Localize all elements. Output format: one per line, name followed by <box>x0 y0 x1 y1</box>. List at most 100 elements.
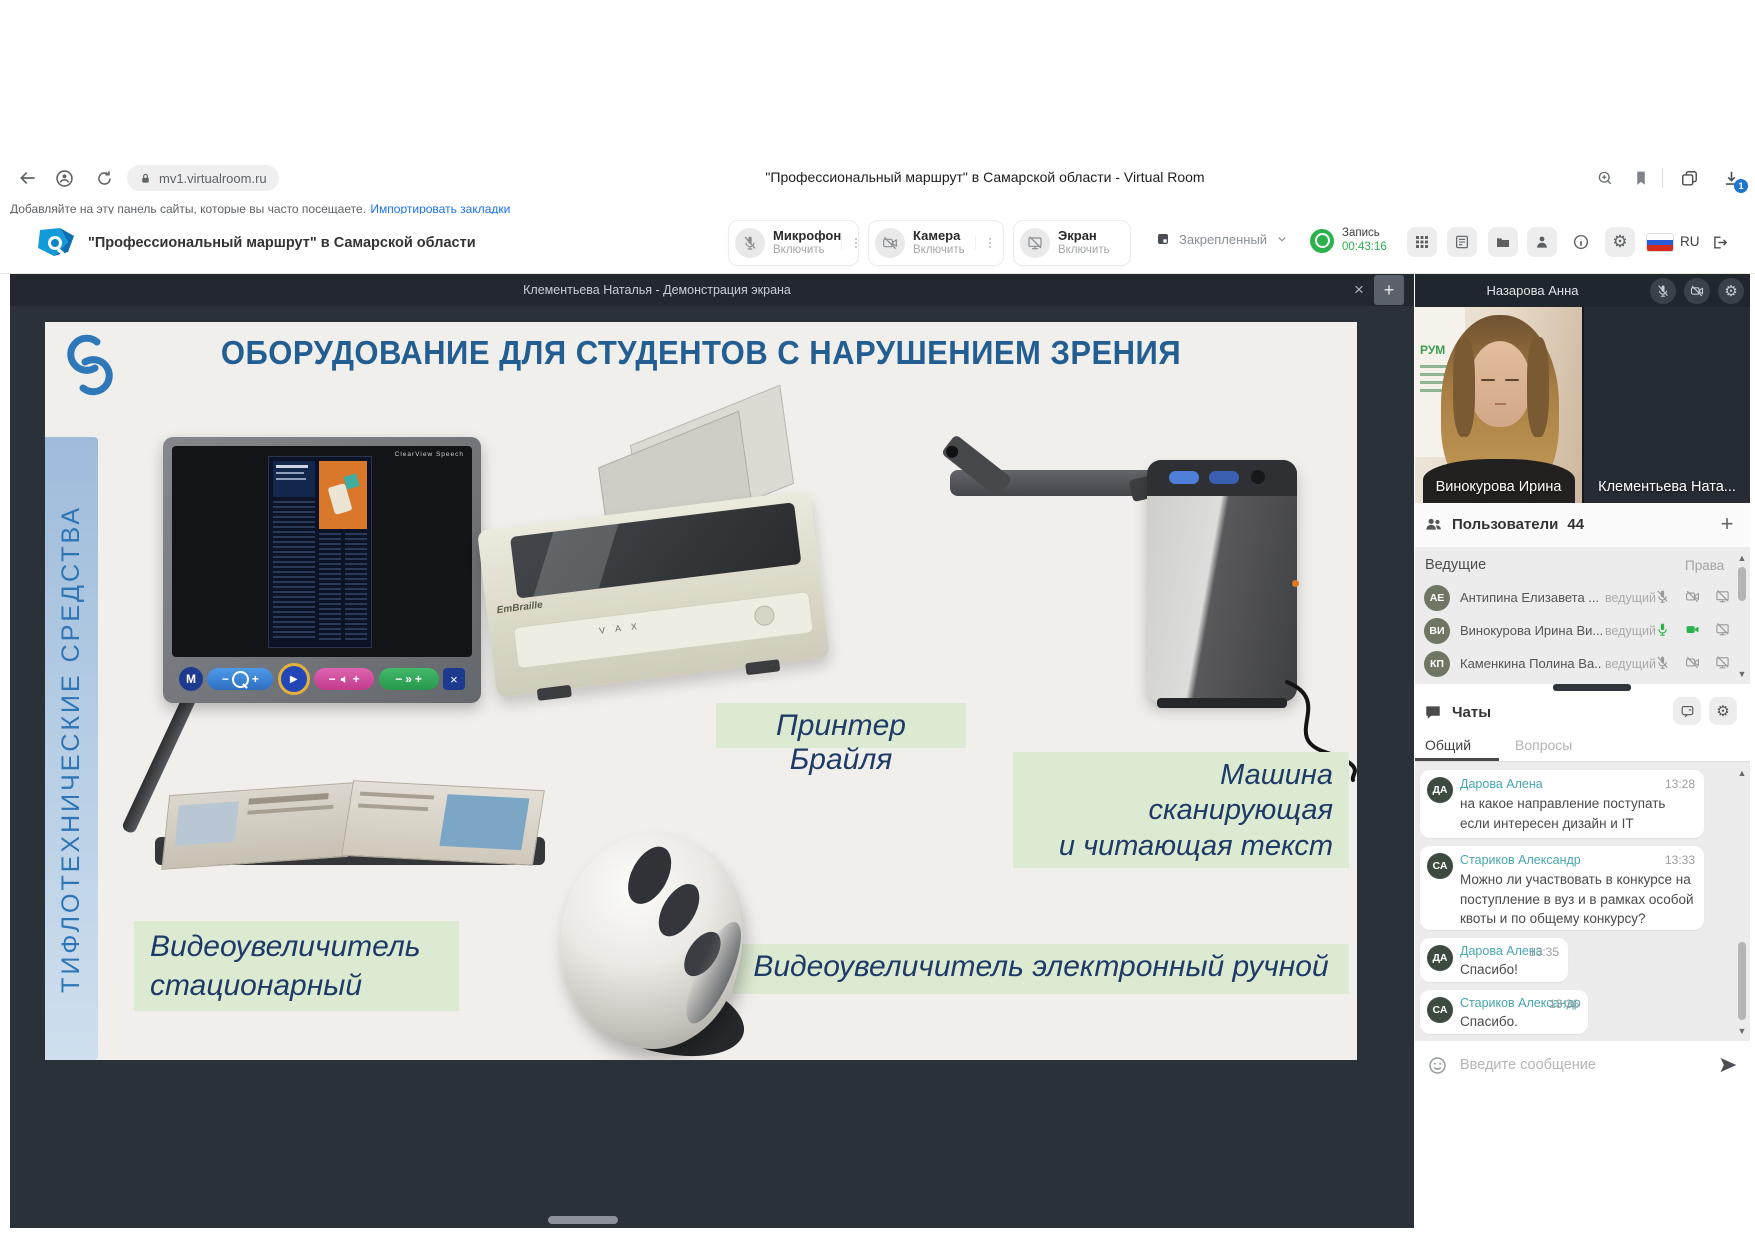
browser-account-icon[interactable] <box>52 166 76 190</box>
users-scrollbar[interactable] <box>1738 567 1746 601</box>
zoom-icon[interactable] <box>1594 167 1616 189</box>
chat-input[interactable] <box>1458 1056 1682 1074</box>
tab-questions[interactable]: Вопросы <box>1515 737 1572 753</box>
monitor-close-button: × <box>443 668 465 690</box>
chat-panel: Чаты ⚙ Общий Вопросы ДА Дарова Алена 13:… <box>1415 691 1750 1228</box>
browser-page-title: "Профессиональный маршрут" в Самарской о… <box>765 169 1204 185</box>
camera-kebab-icon[interactable] <box>975 236 997 250</box>
chat-export-icon[interactable] <box>1673 697 1701 725</box>
monitor-volume-controls: − + <box>314 668 374 690</box>
scroll-up-icon[interactable]: ▲ <box>1736 768 1748 778</box>
camera-off-icon[interactable] <box>1685 589 1700 604</box>
scroll-down-icon[interactable]: ▼ <box>1736 1026 1748 1036</box>
chat-settings-icon[interactable]: ⚙ <box>1709 697 1737 725</box>
label-scanning-machine: Машина сканирующая и читающая текст <box>1013 752 1349 868</box>
collections-icon[interactable] <box>1678 167 1700 189</box>
screen-off-icon[interactable] <box>1715 589 1730 604</box>
chat-scrollbar[interactable] <box>1738 942 1746 1020</box>
avatar: ДА <box>1427 777 1453 803</box>
user-row[interactable]: ВИ Винокурова Ирина Ви... ведущий <box>1415 614 1737 648</box>
scroll-down-icon[interactable]: ▼ <box>1736 669 1748 679</box>
screenshot-root: mv1.virtualroom.ru "Профессиональный мар… <box>0 0 1755 1240</box>
camera-on-icon[interactable] <box>1685 622 1700 637</box>
emoji-icon[interactable] <box>1427 1055 1448 1076</box>
screen-label: Экран <box>1058 229 1110 244</box>
mic-action: Включить <box>773 244 841 257</box>
panel-resize-handle[interactable] <box>1553 684 1631 691</box>
avatar: КП <box>1424 651 1450 677</box>
back-icon[interactable] <box>16 166 40 190</box>
address-bar[interactable]: mv1.virtualroom.ru <box>127 165 279 191</box>
record-indicator[interactable]: Запись 00:43:16 <box>1310 227 1387 255</box>
tile1-name: Винокурова Ирина <box>1415 479 1582 495</box>
mic-kebab-icon[interactable] <box>841 236 863 250</box>
camera-button[interactable]: Камера Включить <box>868 220 1004 266</box>
video-tile-2[interactable]: Клементьева Ната... <box>1584 307 1750 503</box>
screen-off-icon[interactable] <box>1715 622 1730 637</box>
layout-selector[interactable]: Закрепленный <box>1155 231 1289 247</box>
refresh-icon[interactable] <box>92 166 116 190</box>
room-title: "Профессиональный маршрут" в Самарской о… <box>88 235 476 251</box>
info-icon[interactable] <box>1566 227 1596 257</box>
speaker-mic-off-icon[interactable] <box>1650 278 1676 304</box>
folder-icon[interactable] <box>1488 227 1518 257</box>
mic-label: Микрофон <box>773 229 841 244</box>
chevron-down-icon <box>1275 232 1289 246</box>
user-row[interactable]: АЕ Антипина Елизавета ... ведущий <box>1415 581 1737 615</box>
braille-printer-image: EmBraille V A X <box>481 410 841 745</box>
users-title: Пользователи <box>1452 516 1558 533</box>
printer-brand: EmBraille <box>496 600 543 617</box>
pinned-view-icon <box>1155 231 1171 247</box>
flag-ru-icon[interactable] <box>1647 234 1673 251</box>
download-badge: 1 <box>1734 179 1748 193</box>
magnifier-monitor: ClearView Speech <box>163 437 481 703</box>
camera-off-icon[interactable] <box>1685 655 1700 670</box>
bookmark-icon[interactable] <box>1630 167 1652 189</box>
mic-button[interactable]: Микрофон Включить <box>728 220 859 266</box>
people-icon <box>1424 515 1443 534</box>
scanning-machine-image <box>925 432 1357 792</box>
video-tile-1[interactable]: РУМ Винокурова Ирина <box>1415 307 1582 503</box>
add-share-icon[interactable]: + <box>1374 275 1404 305</box>
slide: ОБОРУДОВАНИЕ ДЛЯ СТУДЕНТОВ С НАРУШЕНИЕМ … <box>45 322 1357 1060</box>
send-icon[interactable] <box>1718 1055 1738 1075</box>
slide-side-label: ТИФЛОТЕХНИЧЕСКИЕ СРЕДСТВА <box>57 505 86 993</box>
mic-off-icon[interactable] <box>1655 655 1670 670</box>
chat-tabs: Общий Вопросы <box>1415 735 1750 762</box>
share-scrollbar[interactable] <box>548 1216 618 1224</box>
settings-gear-icon[interactable]: ⚙ <box>1605 227 1635 257</box>
monitor-play-button: ▶ <box>278 663 310 695</box>
user-row[interactable]: КП Каменкина Полина Ва... ведущий <box>1415 647 1737 681</box>
video-header: Назарова Анна ⚙ <box>1415 274 1750 307</box>
scroll-up-icon[interactable]: ▲ <box>1736 553 1748 563</box>
slide-title: ОБОРУДОВАНИЕ ДЛЯ СТУДЕНТОВ С НАРУШЕНИЕМ … <box>84 334 1317 372</box>
download-icon[interactable]: 1 <box>1720 167 1742 189</box>
monitor-zoom-controls: − + <box>207 668 273 690</box>
close-share-icon[interactable]: × <box>1348 279 1370 301</box>
speaker-settings-icon[interactable]: ⚙ <box>1718 278 1744 304</box>
pinned-speaker-name: Назарова Анна <box>1415 283 1650 298</box>
speaker-cam-off-icon[interactable] <box>1684 278 1710 304</box>
handheld-magnifier-image <box>548 834 768 1060</box>
exit-icon[interactable] <box>1704 227 1734 257</box>
add-user-button[interactable]: + <box>1714 511 1740 537</box>
screen-share-button[interactable]: Экран Включить <box>1013 220 1131 266</box>
users-group-label: Ведущие <box>1425 557 1486 573</box>
lock-icon <box>139 172 152 185</box>
avatar: СА <box>1427 997 1453 1023</box>
profile-icon[interactable] <box>1527 227 1557 257</box>
notes-icon[interactable] <box>1447 227 1477 257</box>
lang-label[interactable]: RU <box>1680 234 1700 249</box>
monitor-m-button: M <box>179 667 203 691</box>
camera-off-icon <box>875 228 905 258</box>
browser-toolbar: mv1.virtualroom.ru "Профессиональный мар… <box>0 158 1755 198</box>
mic-off-icon[interactable] <box>1655 589 1670 604</box>
grid-view-icon[interactable] <box>1407 227 1437 257</box>
tab-general[interactable]: Общий <box>1425 737 1471 753</box>
chat-message: ДА Дарова Алена 13:28 на какое направлен… <box>1420 770 1704 838</box>
mic-on-icon[interactable] <box>1655 622 1670 637</box>
mic-off-icon <box>735 228 765 258</box>
screen-off-icon[interactable] <box>1715 655 1730 670</box>
sidebar: Назарова Анна ⚙ РУМ <box>1415 274 1750 1228</box>
chat-input-row <box>1415 1041 1750 1089</box>
